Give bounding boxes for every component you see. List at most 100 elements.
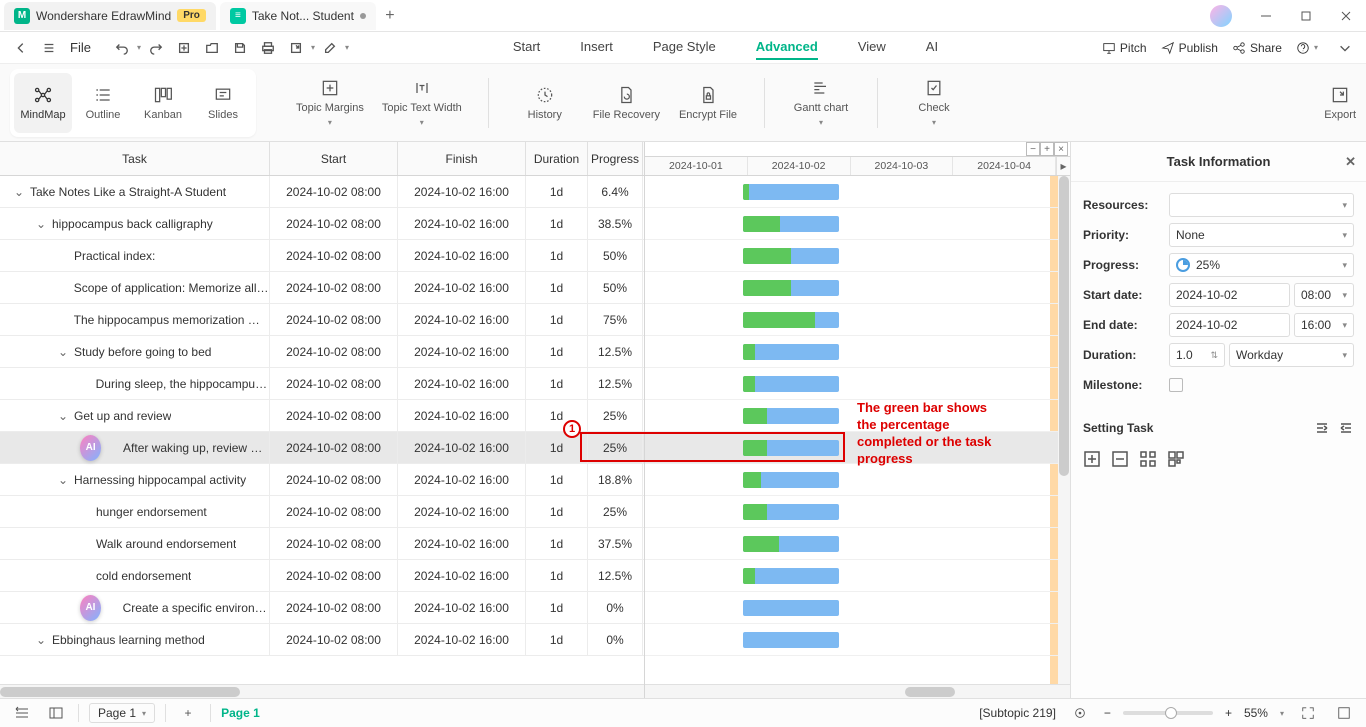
file-recovery-button[interactable]: File Recovery <box>593 78 660 128</box>
duration-unit-field[interactable]: Workday▾ <box>1229 343 1354 367</box>
table-row[interactable]: ⌄Take Notes Like a Straight-A Student202… <box>0 176 644 208</box>
back-button[interactable] <box>8 35 34 61</box>
gantt-bar[interactable] <box>743 344 839 360</box>
redo-button[interactable] <box>143 35 169 61</box>
panel-toggle-button[interactable] <box>44 702 68 724</box>
outline-toggle-button[interactable] <box>10 702 34 724</box>
gantt-row[interactable] <box>645 272 1070 304</box>
export-quick-button[interactable] <box>283 35 309 61</box>
active-page-label[interactable]: Page 1 <box>221 706 260 720</box>
gantt-row[interactable] <box>645 336 1070 368</box>
share-button[interactable]: Share <box>1232 41 1282 55</box>
gantt-row[interactable] <box>645 624 1070 656</box>
gantt-bar[interactable] <box>743 440 839 456</box>
expand-caret-icon[interactable]: ⌄ <box>36 217 48 231</box>
table-row[interactable]: The hippocampus memorization me...2024-1… <box>0 304 644 336</box>
mindmap-mode-button[interactable]: MindMap <box>14 73 72 133</box>
gantt-row[interactable] <box>645 464 1070 496</box>
gantt-zoom-in-button[interactable]: + <box>1040 142 1054 156</box>
col-header-start[interactable]: Start <box>270 142 398 175</box>
tab-insert[interactable]: Insert <box>580 35 613 60</box>
expand-caret-icon[interactable]: ⌄ <box>58 345 70 359</box>
gantt-row[interactable] <box>645 176 1070 208</box>
tab-view[interactable]: View <box>858 35 886 60</box>
save-button[interactable] <box>227 35 253 61</box>
gantt-row[interactable] <box>645 368 1070 400</box>
gantt-bar[interactable] <box>743 632 839 648</box>
fullscreen-button[interactable] <box>1332 702 1356 724</box>
start-time-field[interactable]: 08:00▾ <box>1294 283 1354 307</box>
expand-all-icon[interactable] <box>1083 450 1101 468</box>
gantt-row[interactable] <box>645 304 1070 336</box>
gantt-bar[interactable] <box>743 600 839 616</box>
publish-button[interactable]: Publish <box>1161 41 1218 55</box>
gantt-bar[interactable] <box>743 536 839 552</box>
gantt-horizontal-scrollbar[interactable] <box>645 684 1070 698</box>
gantt-row[interactable] <box>645 528 1070 560</box>
undo-dropdown[interactable]: ▾ <box>137 43 141 52</box>
col-header-task[interactable]: Task <box>0 142 270 175</box>
table-row[interactable]: cold endorsement2024-10-02 08:002024-10-… <box>0 560 644 592</box>
gantt-close-button[interactable]: × <box>1054 142 1068 156</box>
progress-field[interactable]: 25%▾ <box>1169 253 1354 277</box>
panel-close-button[interactable]: ✕ <box>1345 154 1356 170</box>
end-date-field[interactable]: 2024-10-02 <box>1169 313 1290 337</box>
priority-field[interactable]: None▾ <box>1169 223 1354 247</box>
ai-bubble-icon[interactable]: AI <box>80 595 101 621</box>
col-header-duration[interactable]: Duration <box>526 142 588 175</box>
expand-caret-icon[interactable]: ⌄ <box>36 633 48 647</box>
page-selector[interactable]: Page 1▾ <box>89 703 155 723</box>
edit-dropdown[interactable]: ▾ <box>345 43 349 52</box>
duration-value-field[interactable]: 1.0⇅ <box>1169 343 1225 367</box>
gantt-bar[interactable] <box>743 408 839 424</box>
expand-caret-icon[interactable]: ⌄ <box>58 409 70 423</box>
kanban-mode-button[interactable]: Kanban <box>134 73 192 133</box>
check-button[interactable]: Check▾ <box>904 78 964 128</box>
locate-button[interactable] <box>1068 702 1092 724</box>
gantt-chart-button[interactable]: Gantt chart▾ <box>791 78 851 128</box>
zoom-slider[interactable] <box>1123 711 1213 715</box>
table-row[interactable]: Scope of application: Memorize all t...2… <box>0 272 644 304</box>
new-tab-button[interactable]: + <box>376 7 404 25</box>
table-row[interactable]: hunger endorsement2024-10-02 08:002024-1… <box>0 496 644 528</box>
menu-button[interactable] <box>36 35 62 61</box>
expand-caret-icon[interactable]: ⌄ <box>58 473 70 487</box>
outline-mode-button[interactable]: Outline <box>74 73 132 133</box>
new-button[interactable] <box>171 35 197 61</box>
gantt-row[interactable] <box>645 592 1070 624</box>
gantt-vertical-scrollbar[interactable] <box>1058 176 1070 684</box>
gantt-bar[interactable] <box>743 472 839 488</box>
table-row[interactable]: ⌄Get up and review2024-10-02 08:002024-1… <box>0 400 644 432</box>
tab-ai[interactable]: AI <box>926 35 938 60</box>
zoom-dropdown[interactable]: ▾ <box>1280 709 1284 718</box>
expand-caret-icon[interactable]: ⌄ <box>14 185 26 199</box>
file-menu[interactable]: File <box>64 40 97 55</box>
table-row[interactable]: During sleep, the hippocampus ...2024-10… <box>0 368 644 400</box>
gantt-bar[interactable] <box>743 504 839 520</box>
table-row[interactable]: AICreate a specific environment to...202… <box>0 592 644 624</box>
maximize-button[interactable] <box>1286 0 1326 32</box>
indent-left-icon[interactable] <box>1314 420 1330 436</box>
zoom-in-button[interactable]: + <box>1225 706 1232 720</box>
gantt-scroll-right-button[interactable]: ▸ <box>1056 157 1070 175</box>
collapse-all-icon[interactable] <box>1111 450 1129 468</box>
topic-text-width-button[interactable]: Topic Text Width▾ <box>382 78 462 128</box>
open-button[interactable] <box>199 35 225 61</box>
gantt-row[interactable] <box>645 560 1070 592</box>
milestone-checkbox[interactable] <box>1169 378 1183 392</box>
gantt-bar[interactable] <box>743 280 839 296</box>
undo-button[interactable] <box>109 35 135 61</box>
gantt-row[interactable] <box>645 208 1070 240</box>
edit-button[interactable] <box>317 35 343 61</box>
app-tab[interactable]: M Wondershare EdrawMind Pro <box>4 2 216 30</box>
grid-large-icon[interactable] <box>1167 450 1185 468</box>
col-header-finish[interactable]: Finish <box>398 142 526 175</box>
table-row[interactable]: Walk around endorsement2024-10-02 08:002… <box>0 528 644 560</box>
grid-horizontal-scrollbar[interactable] <box>0 684 644 698</box>
collapse-ribbon-button[interactable] <box>1332 35 1358 61</box>
slides-mode-button[interactable]: Slides <box>194 73 252 133</box>
export-button[interactable]: Export <box>1324 85 1356 121</box>
end-time-field[interactable]: 16:00▾ <box>1294 313 1354 337</box>
table-row[interactable]: ⌄hippocampus back calligraphy2024-10-02 … <box>0 208 644 240</box>
user-avatar[interactable] <box>1210 5 1232 27</box>
